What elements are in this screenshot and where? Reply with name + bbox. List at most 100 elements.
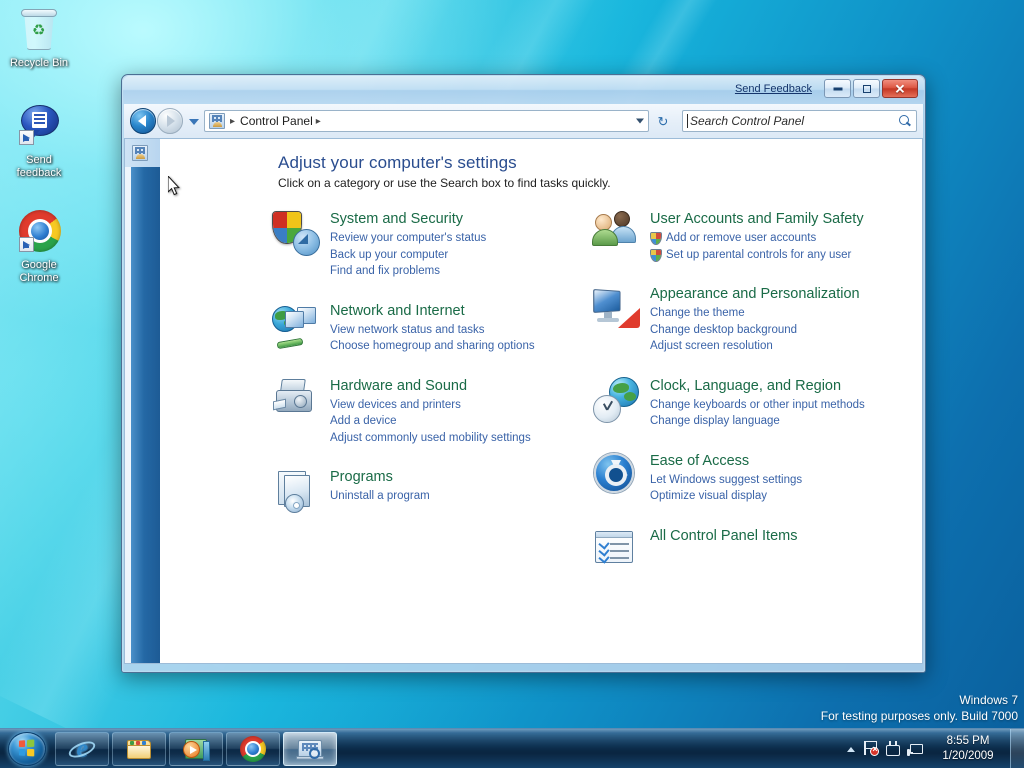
appearance-icon bbox=[592, 284, 640, 332]
category-link[interactable]: Change desktop background bbox=[650, 322, 904, 339]
desktop[interactable]: ♻ Recycle Bin Send feedback Google Chrom… bbox=[0, 0, 1024, 768]
category-link[interactable]: Choose homegroup and sharing options bbox=[330, 338, 584, 355]
start-button[interactable] bbox=[2, 731, 52, 767]
category-title[interactable]: User Accounts and Family Safety bbox=[650, 211, 864, 228]
watermark-line2: For testing purposes only. Build 7000 bbox=[820, 709, 1018, 723]
address-dropdown-icon[interactable] bbox=[636, 118, 644, 124]
recent-pages-dropdown[interactable] bbox=[186, 108, 202, 134]
windows-logo-icon bbox=[18, 738, 37, 758]
category-link-text: Set up parental controls for any user bbox=[666, 248, 852, 261]
minimize-button[interactable] bbox=[824, 79, 851, 98]
category-programs[interactable]: Programs Uninstall a program bbox=[272, 466, 584, 515]
breadcrumb-control-panel[interactable]: Control Panel bbox=[240, 114, 313, 128]
programs-icon bbox=[272, 467, 320, 515]
category-title[interactable]: Ease of Access bbox=[650, 453, 749, 470]
taskbar-button-google-chrome[interactable] bbox=[226, 731, 280, 766]
taskbar-button-control-panel[interactable] bbox=[283, 731, 337, 766]
system-tray: 8:55 PM 1/20/2009 bbox=[842, 728, 1024, 768]
category-all-control-panel-items[interactable]: All Control Panel Items bbox=[592, 525, 904, 574]
power-plug-icon[interactable] bbox=[882, 736, 904, 762]
shortcut-overlay-icon bbox=[19, 237, 34, 252]
clock-date: 1/20/2009 bbox=[942, 749, 994, 762]
category-hardware-and-sound[interactable]: Hardware and Sound View devices and prin… bbox=[272, 375, 584, 447]
search-placeholder: Search Control Panel bbox=[690, 114, 805, 128]
refresh-button[interactable]: ↻ bbox=[652, 110, 674, 132]
category-system-and-security[interactable]: System and Security Review your computer… bbox=[272, 208, 584, 280]
category-link[interactable]: View network status and tasks bbox=[330, 322, 584, 339]
taskbar[interactable]: e × 8:55 PM 1/20/2009 bbox=[0, 728, 1024, 768]
category-link[interactable]: Find and fix problems bbox=[330, 263, 584, 280]
close-button[interactable]: ✕ bbox=[882, 79, 918, 98]
back-button[interactable] bbox=[130, 108, 156, 134]
taskbar-button-windows-media-player[interactable] bbox=[169, 731, 223, 766]
desktop-icon-recycle-bin[interactable]: ♻ Recycle Bin bbox=[0, 6, 78, 70]
watermark-line1: Windows 7 bbox=[959, 693, 1018, 707]
desktop-icon-label-line1: Google bbox=[21, 259, 57, 271]
category-link[interactable]: View devices and printers bbox=[330, 397, 584, 414]
uac-shield-icon bbox=[650, 232, 662, 245]
maximize-button[interactable] bbox=[853, 79, 880, 98]
category-link[interactable]: Set up parental controls for any user bbox=[650, 247, 904, 264]
category-link[interactable]: Change the theme bbox=[650, 305, 904, 322]
category-ease-of-access[interactable]: Ease of Access Let Windows suggest setti… bbox=[592, 450, 904, 505]
category-link[interactable]: Adjust screen resolution bbox=[650, 338, 904, 355]
category-clock-language-and-region[interactable]: Clock, Language, and Region Change keybo… bbox=[592, 375, 904, 430]
windows-explorer-folder-icon bbox=[126, 736, 152, 762]
clock[interactable]: 8:55 PM 1/20/2009 bbox=[926, 734, 1010, 764]
back-arrow-icon bbox=[138, 115, 146, 127]
category-link[interactable]: Adjust commonly used mobility settings bbox=[330, 430, 584, 447]
text-caret bbox=[687, 114, 688, 128]
taskbar-button-internet-explorer[interactable]: e bbox=[55, 731, 109, 766]
category-link[interactable]: Back up your computer bbox=[330, 247, 584, 264]
category-link[interactable]: Change keyboards or other input methods bbox=[650, 397, 904, 414]
send-feedback-link[interactable]: Send Feedback bbox=[735, 83, 812, 95]
build-watermark: Windows 7 For testing purposes only. Bui… bbox=[821, 692, 1018, 724]
category-link[interactable]: Uninstall a program bbox=[330, 488, 584, 505]
search-input[interactable]: Search Control Panel bbox=[682, 110, 917, 132]
category-link[interactable]: Add a device bbox=[330, 413, 584, 430]
show-desktop-button[interactable] bbox=[1010, 728, 1024, 768]
category-title[interactable]: Appearance and Personalization bbox=[650, 286, 860, 303]
breadcrumb-separator[interactable]: ▸ bbox=[230, 116, 235, 127]
show-hidden-icons-button[interactable] bbox=[842, 736, 860, 762]
category-appearance-and-personalization[interactable]: Appearance and Personalization Change th… bbox=[592, 283, 904, 355]
category-title[interactable]: System and Security bbox=[330, 211, 463, 228]
forward-arrow-icon bbox=[167, 115, 175, 127]
uac-shield-icon bbox=[650, 248, 662, 262]
windows-media-player-icon bbox=[183, 736, 210, 762]
desktop-icon-google-chrome[interactable]: Google Chrome bbox=[0, 208, 78, 285]
desktop-icon-send-feedback[interactable]: Send feedback bbox=[0, 103, 78, 180]
control-panel-window[interactable]: Send Feedback ✕ ▸ Control Panel ▸ ↻ Sear… bbox=[121, 74, 926, 673]
category-title[interactable]: All Control Panel Items bbox=[650, 528, 797, 545]
category-link[interactable]: Add or remove user accounts bbox=[650, 230, 904, 247]
category-link[interactable]: Let Windows suggest settings bbox=[650, 472, 904, 489]
google-chrome-icon bbox=[240, 735, 266, 762]
category-network-and-internet[interactable]: Network and Internet View network status… bbox=[272, 300, 584, 355]
window-title-bar[interactable]: Send Feedback ✕ bbox=[123, 76, 924, 104]
category-title[interactable]: Clock, Language, and Region bbox=[650, 378, 841, 395]
category-title[interactable]: Network and Internet bbox=[330, 303, 465, 320]
refresh-icon: ↻ bbox=[657, 114, 669, 129]
control-panel-home-icon[interactable] bbox=[132, 145, 148, 161]
google-chrome-icon bbox=[15, 208, 63, 256]
category-column-left: System and Security Review your computer… bbox=[272, 208, 584, 594]
taskbar-button-windows-explorer[interactable] bbox=[112, 731, 166, 766]
category-title[interactable]: Hardware and Sound bbox=[330, 378, 467, 395]
navigation-toolbar[interactable]: ▸ Control Panel ▸ ↻ Search Control Panel bbox=[124, 104, 923, 138]
network-icon[interactable] bbox=[904, 736, 926, 762]
clock-language-region-icon bbox=[592, 376, 640, 424]
category-user-accounts-and-family-safety[interactable]: User Accounts and Family Safety Add or r… bbox=[592, 208, 904, 263]
address-bar[interactable]: ▸ Control Panel ▸ bbox=[204, 110, 649, 132]
window-body: Adjust your computer's settings Click on… bbox=[124, 138, 923, 664]
forward-button[interactable] bbox=[157, 108, 183, 134]
breadcrumb-separator[interactable]: ▸ bbox=[316, 116, 321, 127]
category-title[interactable]: Programs bbox=[330, 469, 393, 486]
category-link[interactable]: Review your computer's status bbox=[330, 230, 584, 247]
ease-of-access-icon bbox=[592, 451, 640, 499]
category-link[interactable]: Change display language bbox=[650, 413, 904, 430]
hardware-and-sound-icon bbox=[272, 376, 320, 424]
category-link[interactable]: Optimize visual display bbox=[650, 488, 904, 505]
action-center-flag-icon[interactable] bbox=[860, 736, 882, 762]
navigation-pane[interactable] bbox=[125, 139, 160, 663]
control-panel-icon bbox=[209, 113, 225, 129]
